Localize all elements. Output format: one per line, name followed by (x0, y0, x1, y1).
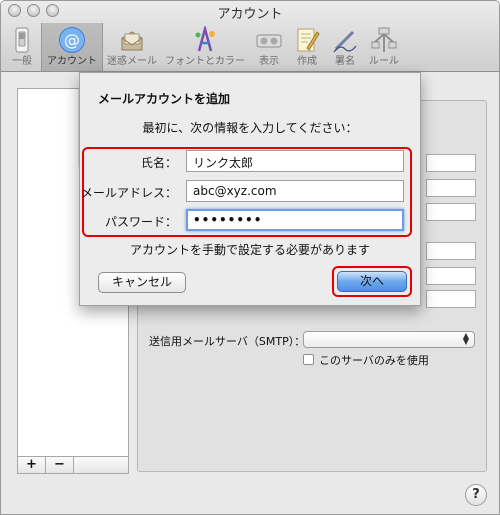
select-arrows-icon: ▲ ▼ (462, 331, 469, 346)
toolbar-signatures[interactable]: 署名 (327, 23, 363, 71)
remove-account-button[interactable]: − (46, 457, 74, 473)
display-glasses-icon (256, 34, 282, 48)
background-field (426, 242, 476, 260)
cancel-button[interactable]: キャンセル (98, 272, 186, 293)
svg-text:@: @ (64, 31, 80, 50)
toolbar-composing[interactable]: 作成 (289, 23, 325, 71)
email-address-label: メールアドレス： (80, 186, 177, 200)
background-field (426, 290, 476, 308)
sheet-title: メールアカウントを追加 (98, 92, 231, 106)
background-field (426, 267, 476, 285)
compose-pencil-icon (297, 28, 320, 52)
manual-setup-note: アカウントを手動で設定する必要があります (129, 243, 370, 257)
signature-pen-icon (333, 30, 357, 53)
junk-mail-icon (121, 31, 143, 51)
window-title: アカウント (217, 7, 283, 22)
at-sign-icon: @ (59, 27, 85, 53)
add-mail-account-sheet: メールアカウントを追加 最初に、次の情報を入力してください： 氏名： リンク太郎… (79, 72, 421, 306)
account-list-footer: + − (17, 456, 129, 474)
full-name-input[interactable]: リンク太郎 (186, 150, 404, 172)
checkbox-box[interactable] (303, 354, 314, 365)
font-color-icon (195, 26, 215, 52)
add-account-button[interactable]: + (18, 457, 46, 473)
window-titlebar: アカウント 一般 @ アカウント 迷惑メール フォントとカラー 表示 作成 署名… (1, 1, 499, 72)
smtp-server-label: 送信用メールサーバ（SMTP）： (149, 335, 306, 348)
rules-icon (371, 27, 397, 52)
toolbar-accounts[interactable]: @ アカウント (41, 23, 103, 71)
only-this-server-checkbox[interactable]: このサーバのみを使用 (303, 352, 429, 368)
light-switch-icon (15, 27, 29, 53)
only-this-server-label: このサーバのみを使用 (319, 354, 429, 367)
toolbar-general[interactable]: 一般 (5, 23, 39, 71)
toolbar-junk-mail[interactable]: 迷惑メール (105, 23, 159, 71)
password-input[interactable]: •••••••• (186, 209, 404, 231)
background-field (426, 179, 476, 197)
next-button[interactable]: 次へ (337, 271, 407, 292)
password-label: パスワード： (104, 215, 177, 229)
preferences-window: アカウント 一般 @ アカウント 迷惑メール フォントとカラー 表示 作成 署名… (0, 0, 500, 515)
background-field (426, 154, 476, 172)
toolbar-fonts-colors[interactable]: フォントとカラー (161, 23, 249, 71)
toolbar-viewing[interactable]: 表示 (251, 23, 287, 71)
sheet-instructions: 最初に、次の情報を入力してください： (142, 121, 358, 135)
background-field (426, 203, 476, 221)
help-button[interactable]: ? (465, 484, 487, 506)
toolbar-rules[interactable]: ルール (365, 23, 403, 71)
smtp-server-select[interactable]: ▲ ▼ (303, 331, 475, 348)
full-name-label: 氏名： (140, 156, 177, 170)
email-address-input[interactable]: abc@xyz.com (186, 180, 404, 202)
